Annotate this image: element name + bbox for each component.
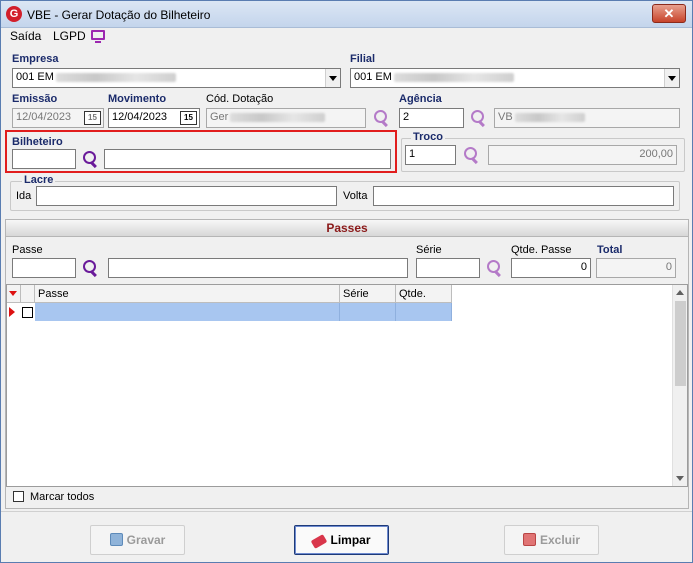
empresa-label: Empresa [12, 53, 59, 65]
emissao-value: 12/04/2023 [16, 111, 72, 123]
menu-bar: Saída LGPD [1, 28, 692, 46]
bilheteiro-name-field[interactable] [104, 149, 391, 169]
app-logo-icon: G [6, 6, 22, 22]
passe-name-field[interactable] [108, 258, 408, 278]
ida-field[interactable] [36, 186, 337, 206]
row-pointer-icon [9, 307, 15, 317]
menu-saida[interactable]: Saída [10, 29, 41, 43]
redacted-text [393, 72, 514, 82]
filial-label: Filial [350, 53, 376, 65]
search-icon[interactable] [82, 150, 100, 168]
movimento-label: Movimento [108, 93, 167, 105]
bilheteiro-label: Bilheteiro [12, 136, 63, 148]
passe-label: Passe [12, 244, 43, 256]
title-bar[interactable]: G VBE - Gerar Dotação do Bilheteiro ✕ [1, 1, 692, 28]
search-icon[interactable] [470, 109, 488, 127]
table-row[interactable] [7, 303, 452, 321]
grid-header: Passe Série Qtde. [7, 285, 452, 303]
agencia-code-field[interactable]: 2 [399, 108, 464, 128]
scroll-down-icon[interactable] [676, 476, 684, 481]
redacted-text [55, 72, 176, 82]
grid-header-serie[interactable]: Série [340, 285, 396, 303]
passes-section-header: Passes [5, 219, 689, 237]
close-button[interactable]: ✕ [652, 4, 686, 23]
main-window: G VBE - Gerar Dotação do Bilheteiro ✕ Sa… [0, 0, 693, 563]
bilheteiro-code-field[interactable] [12, 149, 76, 169]
calendar-icon[interactable]: 15 [84, 111, 101, 125]
limpar-button[interactable]: Limpar [294, 525, 389, 555]
scroll-up-icon[interactable] [676, 290, 684, 295]
excluir-label: Excluir [539, 533, 581, 547]
qtde-passe-field[interactable]: 0 [511, 258, 591, 278]
passe-code-field[interactable] [12, 258, 76, 278]
search-icon[interactable] [463, 146, 481, 164]
redacted-text [514, 112, 585, 122]
redacted-text [230, 112, 326, 122]
search-icon[interactable] [373, 109, 391, 127]
filial-value: 001 EM [354, 71, 392, 83]
agencia-code: 2 [403, 111, 410, 123]
save-icon [109, 533, 123, 546]
agencia-label: Agência [399, 93, 442, 105]
volta-field[interactable] [373, 186, 674, 206]
volta-label: Volta [343, 190, 368, 202]
cell-serie[interactable] [340, 303, 396, 321]
gravar-button[interactable]: Gravar [90, 525, 185, 555]
movimento-value: 12/04/2023 [112, 111, 168, 123]
lacre-label: Lacre [22, 174, 56, 186]
cod-dotacao-label: Cód. Dotação [206, 93, 274, 105]
ida-label: Ida [16, 190, 32, 202]
total-label: Total [597, 244, 623, 256]
passes-grid[interactable]: Passe Série Qtde. [6, 284, 688, 487]
excluir-button[interactable]: Excluir [504, 525, 599, 555]
agencia-name-field: VB [494, 108, 680, 128]
row-checkbox[interactable] [22, 307, 33, 318]
window-title: VBE - Gerar Dotação do Bilheteiro [27, 8, 211, 22]
emissao-date-field: 12/04/2023 15 [12, 108, 104, 128]
calendar-icon[interactable]: 15 [180, 111, 197, 125]
monitor-icon[interactable] [91, 30, 105, 43]
trash-icon [522, 533, 536, 546]
sort-indicator[interactable] [7, 285, 21, 303]
marcar-todos-label: Marcar todos [30, 491, 95, 503]
cell-passe[interactable] [35, 303, 340, 321]
cod-dotacao-field: Ger [206, 108, 366, 128]
empresa-combobox[interactable]: 001 EM [12, 68, 341, 88]
troco-code: 1 [409, 148, 416, 160]
eraser-icon [311, 534, 328, 549]
grid-header-passe[interactable]: Passe [35, 285, 340, 303]
movimento-date-field[interactable]: 12/04/2023 15 [108, 108, 200, 128]
agencia-name: VB [498, 111, 513, 123]
cod-dotacao-value: Ger [210, 111, 229, 123]
search-icon[interactable] [82, 259, 100, 277]
grid-header-qtde[interactable]: Qtde. [396, 285, 452, 303]
gravar-label: Gravar [126, 533, 166, 547]
troco-code-field[interactable]: 1 [405, 145, 456, 165]
scroll-thumb[interactable] [675, 301, 686, 386]
marcar-todos-checkbox[interactable] [13, 491, 24, 502]
footer: Gravar Limpar Excluir [1, 511, 692, 562]
qtde-passe-value: 0 [580, 261, 587, 273]
emissao-label: Emissão [12, 93, 58, 105]
troco-value: 200,00 [639, 148, 673, 160]
total-value: 0 [665, 261, 672, 273]
troco-value-field: 200,00 [488, 145, 677, 165]
total-field: 0 [596, 258, 676, 278]
menu-lgpd[interactable]: LGPD [53, 29, 86, 43]
search-icon[interactable] [486, 259, 504, 277]
chevron-down-icon[interactable] [325, 69, 340, 87]
limpar-label: Limpar [330, 533, 371, 547]
serie-label: Série [416, 244, 442, 256]
qtde-passe-label: Qtde. Passe [511, 244, 572, 256]
grid-header-check[interactable] [21, 285, 35, 303]
chevron-down-icon[interactable] [664, 69, 679, 87]
troco-label: Troco [411, 131, 445, 143]
serie-field[interactable] [416, 258, 480, 278]
vertical-scrollbar[interactable] [672, 285, 687, 486]
empresa-value: 001 EM [16, 71, 54, 83]
filial-combobox[interactable]: 001 EM [350, 68, 680, 88]
sort-arrow-icon [9, 291, 17, 296]
cell-qtde[interactable] [396, 303, 452, 321]
